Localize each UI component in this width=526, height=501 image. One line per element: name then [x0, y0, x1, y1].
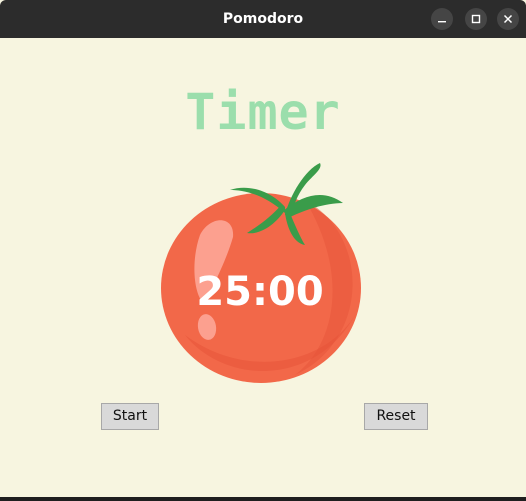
window-bottom-border: [0, 497, 526, 501]
close-button[interactable]: [497, 8, 519, 30]
maximize-button[interactable]: [465, 8, 487, 30]
timer-heading: Timer: [185, 83, 341, 141]
close-icon: [503, 14, 513, 24]
timer-display: 25:00: [196, 269, 324, 315]
app-window: Pomodoro Timer 25:00 Start Reset: [0, 0, 526, 501]
minimize-button[interactable]: [431, 8, 453, 30]
maximize-icon: [471, 14, 481, 24]
title-bar[interactable]: Pomodoro: [0, 0, 526, 38]
reset-button[interactable]: Reset: [364, 403, 428, 430]
start-button[interactable]: Start: [101, 403, 159, 430]
minimize-icon: [438, 21, 446, 23]
